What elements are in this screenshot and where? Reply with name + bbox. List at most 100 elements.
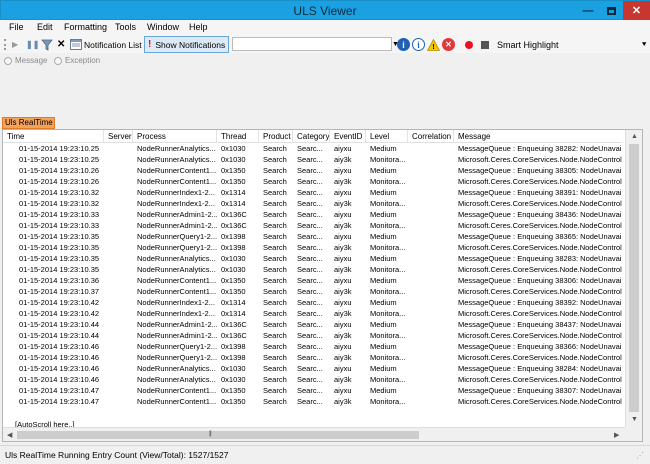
menu-help[interactable]: Help — [189, 22, 208, 32]
column-header-level[interactable]: Level — [366, 130, 408, 143]
close-button[interactable]: ✕ — [623, 1, 650, 20]
column-header-product[interactable]: Product — [259, 130, 293, 143]
table-row[interactable]: 01-15-2014 19:23:10.47 NodeRunnerContent1… — [3, 385, 622, 396]
pause-icon[interactable]: ❚❚ — [26, 36, 39, 53]
scroll-right-icon[interactable]: ▶ — [614, 431, 619, 439]
table-row[interactable]: 01-15-2014 19:23:10.26 NodeRunnerContent1… — [3, 176, 622, 187]
scroll-up-icon[interactable]: ▲ — [631, 133, 638, 140]
column-header-server[interactable]: Server — [104, 130, 133, 143]
minimize-button[interactable]: — — [577, 1, 599, 20]
cell-time: 01-15-2014 19:23:10.26 — [19, 177, 100, 186]
vertical-scrollbar[interactable]: ▲ ▼ — [625, 130, 642, 427]
resize-grip-icon[interactable]: ⋰ — [636, 451, 644, 460]
menu-file[interactable]: File — [9, 22, 24, 32]
cell-thread: 0x1314 — [221, 188, 246, 197]
cell-process: NodeRunnerAnalytics... — [137, 144, 216, 153]
cell-server — [104, 220, 133, 231]
scroll-left-icon[interactable]: ◀ — [7, 431, 12, 439]
table-row[interactable]: 01-15-2014 19:23:10.33 NodeRunnerAdmin1-2… — [3, 220, 622, 231]
table-row[interactable]: 01-15-2014 19:23:10.33 NodeRunnerAdmin1-2… — [3, 209, 622, 220]
cell-correlation — [408, 352, 454, 363]
maximize-button[interactable] — [600, 1, 622, 20]
table-row[interactable]: 01-15-2014 19:23:10.47 NodeRunnerContent1… — [3, 396, 622, 407]
cell-thread: 0x1030 — [221, 364, 246, 373]
info-icon[interactable]: i — [412, 36, 425, 53]
table-row[interactable]: 01-15-2014 19:23:10.26 NodeRunnerContent1… — [3, 165, 622, 176]
stop-icon[interactable] — [481, 36, 489, 53]
cell-category: Searc... — [297, 265, 323, 274]
table-row[interactable]: 01-15-2014 19:23:10.42 NodeRunnerIndex1-2… — [3, 308, 622, 319]
play-icon[interactable]: ▶ — [12, 36, 18, 53]
table-row[interactable]: 01-15-2014 19:23:10.32 NodeRunnerIndex1-2… — [3, 187, 622, 198]
column-header-category[interactable]: Category — [293, 130, 330, 143]
grid-viewport: Time Server Process Thread Product Categ… — [3, 130, 622, 428]
table-row[interactable]: 01-15-2014 19:23:10.25 NodeRunnerAnalytic… — [3, 154, 622, 165]
column-header-message[interactable]: Message — [454, 130, 622, 143]
table-row[interactable]: 01-15-2014 19:23:10.35 NodeRunnerAnalytic… — [3, 264, 622, 275]
table-row[interactable]: 01-15-2014 19:23:10.32 NodeRunnerIndex1-2… — [3, 198, 622, 209]
error-icon[interactable]: ✕ — [442, 36, 455, 53]
table-row[interactable]: 01-15-2014 19:23:10.46 NodeRunnerAnalytic… — [3, 363, 622, 374]
show-notifications-button[interactable]: ! Show Notifications — [144, 36, 230, 53]
record-icon[interactable] — [465, 36, 473, 53]
table-row[interactable]: 01-15-2014 19:23:10.35 NodeRunnerAnalytic… — [3, 253, 622, 264]
cell-process: NodeRunnerIndex1-2... — [137, 199, 215, 208]
horizontal-scroll-thumb[interactable] — [17, 431, 419, 439]
warning-icon[interactable]: ! — [427, 36, 440, 53]
column-header-time[interactable]: Time — [3, 130, 104, 143]
column-header-correlation[interactable]: Correlation — [408, 130, 454, 143]
info-filled-icon[interactable]: i — [397, 36, 410, 53]
horizontal-scrollbar[interactable]: ◀ ||| ▶ — [3, 427, 625, 441]
toolbar-overflow-icon[interactable]: ⯆ — [641, 40, 647, 50]
menu-tools[interactable]: Tools — [115, 22, 136, 32]
table-row[interactable]: 01-15-2014 19:23:10.35 NodeRunnerQuery1-2… — [3, 231, 622, 242]
table-row[interactable]: 01-15-2014 19:23:10.42 NodeRunnerIndex1-2… — [3, 297, 622, 308]
cell-eventid: aiyxu — [334, 276, 352, 285]
smart-highlight-button[interactable]: Smart Highlight — [497, 36, 559, 53]
maximize-icon — [606, 6, 616, 15]
exception-radio[interactable]: Exception — [54, 56, 100, 65]
table-row[interactable]: 01-15-2014 19:23:10.46 NodeRunnerQuery1-2… — [3, 341, 622, 352]
table-row[interactable]: 01-15-2014 19:23:10.46 NodeRunnerQuery1-2… — [3, 352, 622, 363]
menu-edit[interactable]: Edit — [37, 22, 53, 32]
clear-filter-icon[interactable] — [41, 36, 53, 53]
toolbar-grip[interactable] — [4, 39, 6, 50]
log-grid: Time Server Process Thread Product Categ… — [2, 129, 643, 442]
tab-uls-realtime[interactable]: Uls RealTime — [2, 117, 55, 129]
table-row[interactable]: 01-15-2014 19:23:10.44 NodeRunnerAdmin1-2… — [3, 319, 622, 330]
cell-server — [104, 154, 133, 165]
table-row[interactable]: 01-15-2014 19:23:10.35 NodeRunnerQuery1-2… — [3, 242, 622, 253]
menu-window[interactable]: Window — [147, 22, 179, 32]
cell-level: Monitora... — [370, 199, 406, 208]
message-radio[interactable]: Message — [4, 56, 47, 65]
table-row[interactable]: 01-15-2014 19:23:10.25 NodeRunnerAnalytic… — [3, 143, 622, 154]
cell-process: NodeRunnerQuery1-2... — [137, 353, 217, 362]
scroll-down-icon[interactable]: ▼ — [631, 416, 638, 423]
title-bar: ULS Viewer — ✕ — [0, 0, 650, 20]
table-row[interactable]: 01-15-2014 19:23:10.36 NodeRunnerContent1… — [3, 275, 622, 286]
column-header-process[interactable]: Process — [133, 130, 217, 143]
cell-product: Search — [263, 144, 287, 153]
column-header-thread[interactable]: Thread — [217, 130, 259, 143]
cell-product: Search — [263, 155, 287, 164]
cell-thread: 0x1314 — [221, 309, 246, 318]
cell-correlation — [408, 187, 454, 198]
cell-message: MessageQueue : Enqueuing 38305: NodeUnav… — [458, 166, 622, 175]
cell-level: Monitora... — [370, 397, 406, 406]
svg-text:!: ! — [432, 44, 434, 51]
menu-formatting[interactable]: Formatting — [64, 22, 107, 32]
cell-time: 01-15-2014 19:23:10.25 — [19, 144, 100, 153]
vertical-scroll-thumb[interactable] — [629, 144, 639, 412]
cell-thread: 0x1030 — [221, 375, 246, 384]
table-row[interactable]: 01-15-2014 19:23:10.37 NodeRunnerContent1… — [3, 286, 622, 297]
cell-product: Search — [263, 221, 287, 230]
notification-list-button[interactable]: Notification List — [70, 36, 142, 53]
table-row[interactable]: 01-15-2014 19:23:10.46 NodeRunnerAnalytic… — [3, 374, 622, 385]
filter-combo[interactable] — [232, 37, 392, 51]
cell-server — [104, 341, 133, 352]
close-icon[interactable]: ✕ — [57, 36, 65, 53]
column-header-eventid[interactable]: EventID — [330, 130, 366, 143]
cell-category: Searc... — [297, 155, 323, 164]
table-row[interactable]: 01-15-2014 19:23:10.44 NodeRunnerAdmin1-2… — [3, 330, 622, 341]
cell-server — [104, 165, 133, 176]
